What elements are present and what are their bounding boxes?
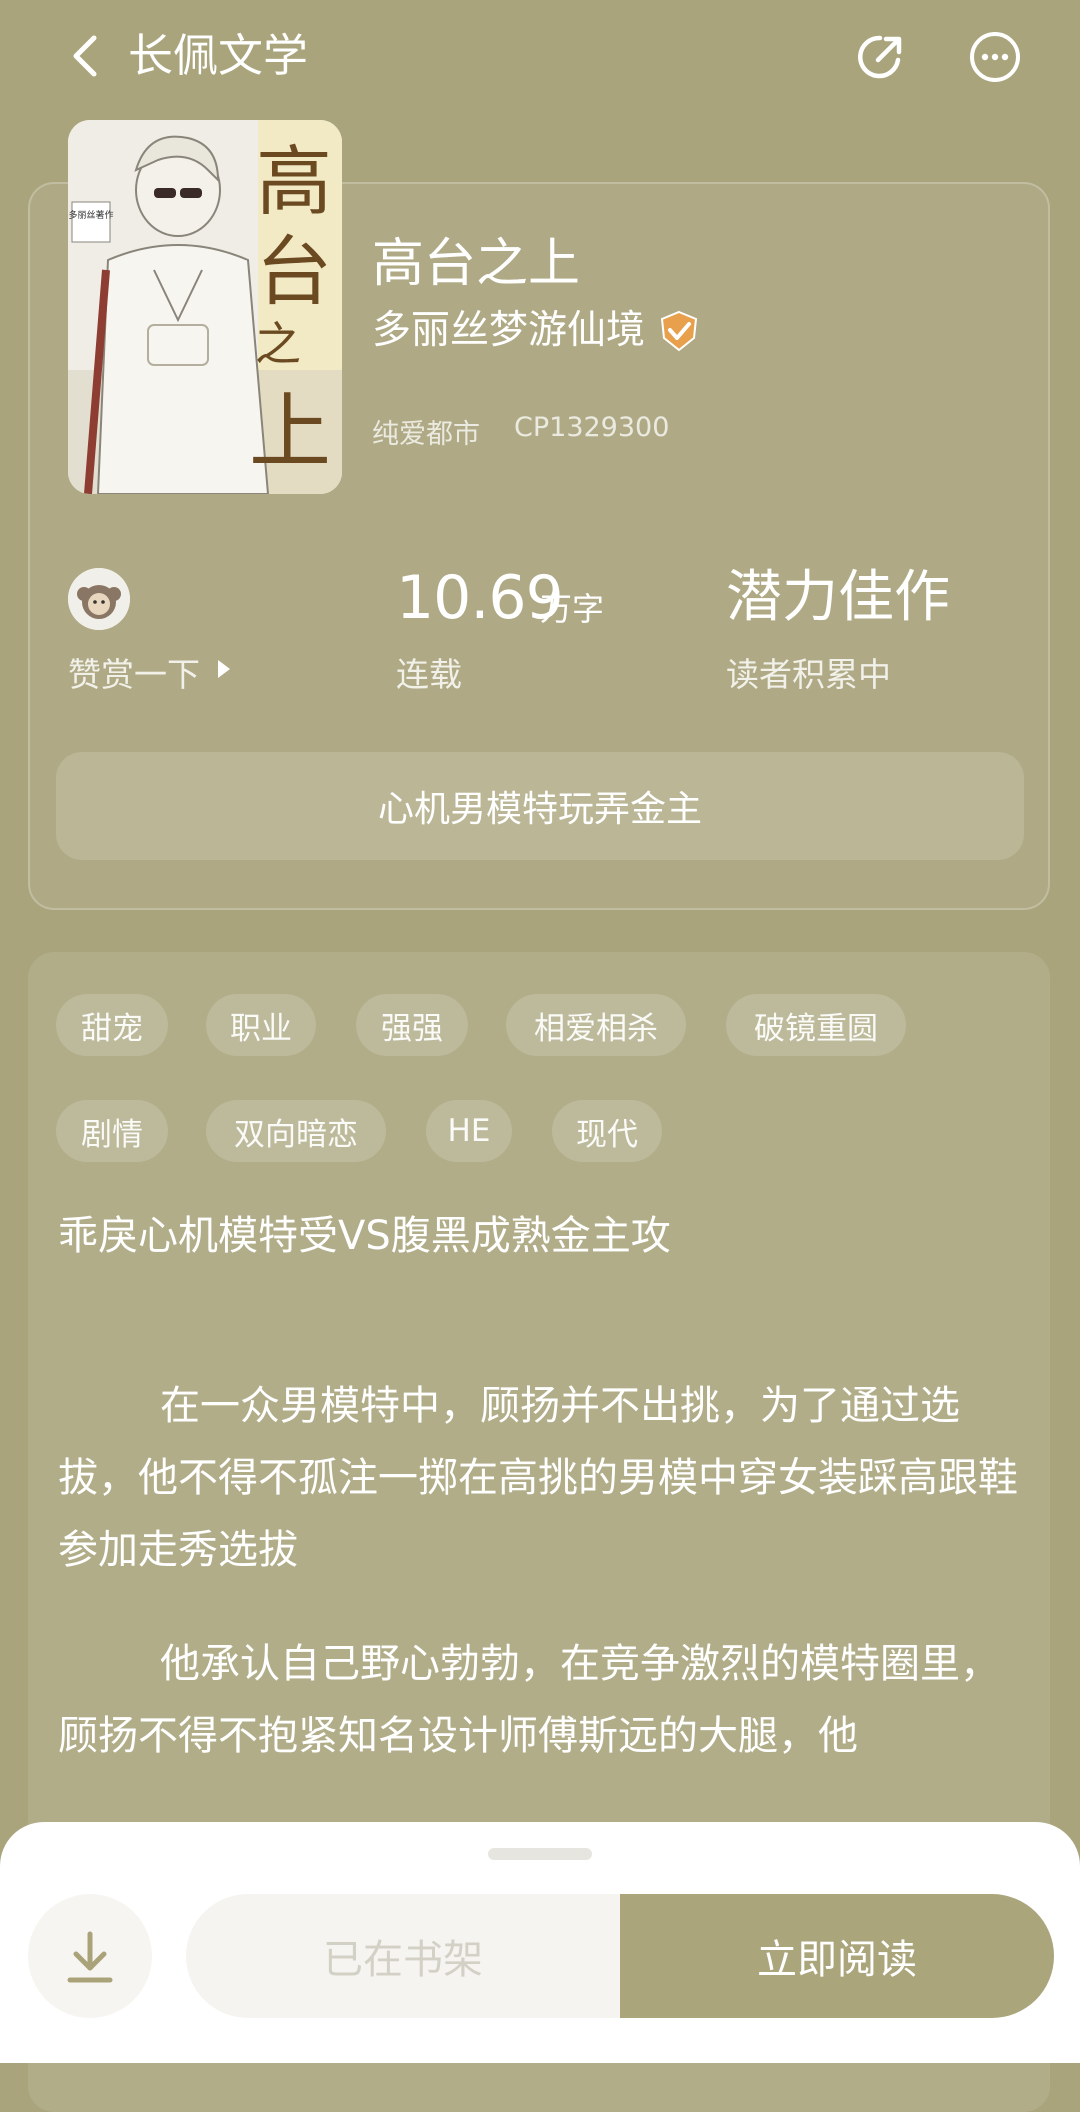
word-count: 10.69 xyxy=(396,563,564,633)
cover-stamp-text: 多丽丝著作 xyxy=(68,209,113,221)
triangle-right-icon xyxy=(218,660,230,678)
sheet-drag-handle[interactable] xyxy=(488,1848,592,1860)
tag-chip[interactable]: 强强 xyxy=(356,994,468,1056)
tag-chip[interactable]: 现代 xyxy=(552,1100,662,1162)
tag-chip[interactable]: 破镜重圆 xyxy=(726,994,906,1056)
tag-chip[interactable]: 职业 xyxy=(206,994,316,1056)
chevron-left-icon[interactable] xyxy=(64,30,110,82)
description-paragraph-2: 他承认自己野心勃勃，在竞争激烈的模特圈里，顾扬不得不抱紧知名设计师傅斯远的大腿，… xyxy=(58,1641,1000,1759)
category-label: 纯爱都市 xyxy=(372,419,480,450)
verified-badge-icon xyxy=(660,310,698,352)
cover-illustration: 多丽丝著作 高 台 之 上 xyxy=(68,120,342,494)
cover-title-char-1: 高 xyxy=(256,137,332,226)
avatar-illustration xyxy=(68,568,130,630)
description-headline: 乖戾心机模特受VS腹黑成熟金主攻 xyxy=(58,1213,671,1259)
copyright-id: CP1329300 xyxy=(514,412,670,443)
book-title: 高台之上 xyxy=(372,234,581,294)
tagline-text: 心机男模特玩弄金主 xyxy=(377,789,702,830)
share-icon[interactable] xyxy=(854,30,908,84)
author-name[interactable]: 多丽丝梦游仙境 xyxy=(372,304,645,358)
reward-button-label[interactable]: 赞赏一下 xyxy=(68,648,200,696)
tag-chip[interactable]: HE xyxy=(426,1100,512,1162)
cover-title-char-2: 台 xyxy=(256,227,332,316)
read-now-button[interactable]: 立即阅读 xyxy=(620,1894,1054,2018)
download-icon xyxy=(67,1931,113,1983)
more-icon[interactable] xyxy=(968,30,1022,84)
on-shelf-button[interactable]: 已在书架 xyxy=(186,1894,620,2018)
cover-title-char-3: 之 xyxy=(255,317,301,371)
tag-chip[interactable]: 甜宠 xyxy=(56,994,168,1056)
download-button[interactable] xyxy=(28,1894,152,2018)
tag-chip[interactable]: 相爱相杀 xyxy=(506,994,686,1056)
word-count-unit: 万字 xyxy=(540,590,605,628)
app-title: 长佩文学 xyxy=(128,29,309,82)
tag-chip[interactable]: 双向暗恋 xyxy=(206,1100,386,1162)
rating-subtitle: 读者积累中 xyxy=(726,655,891,694)
book-cover[interactable]: 多丽丝著作 高 台 之 上 xyxy=(68,120,342,494)
cover-title-char-4: 上 xyxy=(249,385,331,480)
description-paragraph-1: 在一众男模特中，顾扬并不出挑，为了通过选拔，他不得不孤注一掷在高挑的男模中穿女装… xyxy=(58,1383,1018,1573)
on-shelf-label: 已在书架 xyxy=(323,1937,483,1983)
rating-title: 潜力佳作 xyxy=(726,565,950,630)
avatar[interactable] xyxy=(68,568,130,630)
read-now-label: 立即阅读 xyxy=(757,1937,917,1983)
serial-status: 连载 xyxy=(396,655,462,694)
tagline-banner: 心机男模特玩弄金主 xyxy=(56,752,1024,860)
tag-chip[interactable]: 剧情 xyxy=(56,1100,168,1162)
